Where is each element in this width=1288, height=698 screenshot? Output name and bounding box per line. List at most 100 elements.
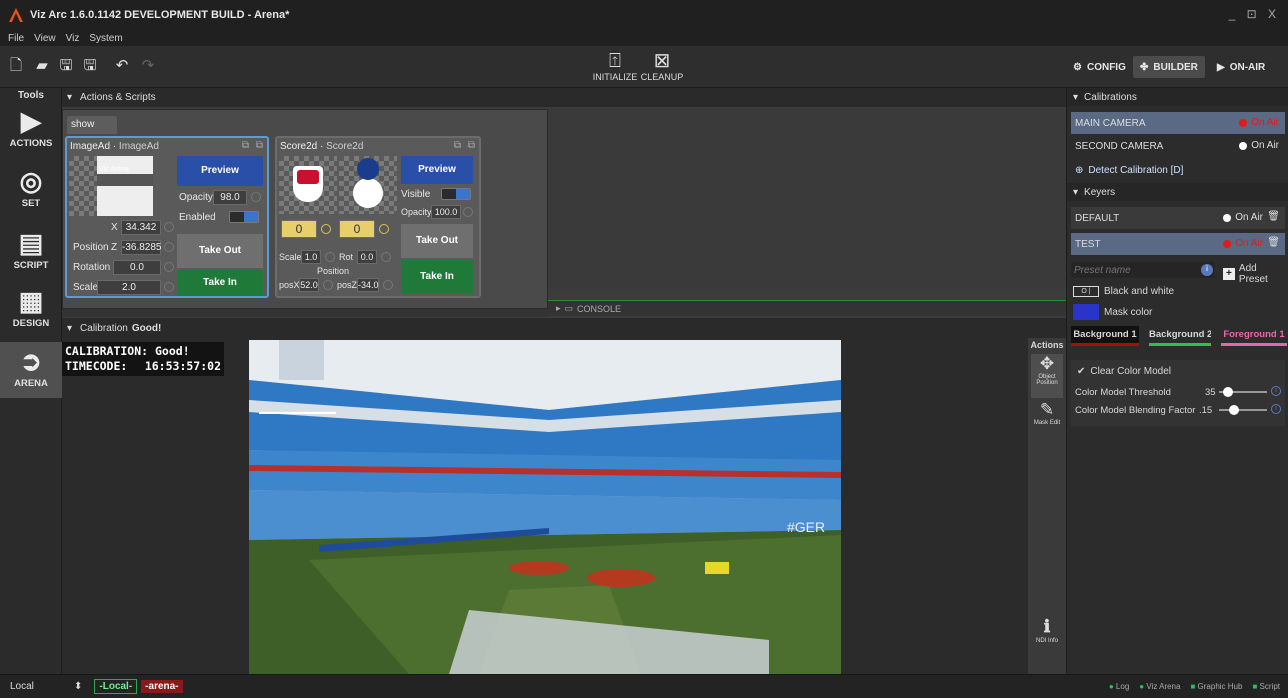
info-icon[interactable]: i bbox=[1201, 264, 1213, 276]
take-out-button[interactable]: Take Out bbox=[177, 234, 263, 268]
take-in-button[interactable]: Take In bbox=[401, 260, 473, 294]
sidebar-item-design[interactable]: ▦ DESIGN bbox=[0, 284, 62, 336]
actions-hscrollbar[interactable] bbox=[62, 309, 548, 317]
plus-icon: + bbox=[1223, 268, 1235, 280]
rot-spinner[interactable] bbox=[381, 252, 391, 262]
preview-button[interactable]: Preview bbox=[177, 156, 263, 186]
rotation-field[interactable]: 0.0 bbox=[113, 260, 161, 275]
cleanup-button[interactable]: ⊠ CLEANUP bbox=[637, 50, 687, 82]
posx-field[interactable]: 52.0 bbox=[299, 278, 319, 292]
new-file-icon[interactable]: 🗋 bbox=[8, 58, 24, 74]
script-status[interactable]: ■ Script bbox=[1252, 682, 1280, 691]
scale-field[interactable]: 1.0 bbox=[301, 250, 321, 264]
opacity-field[interactable]: 100.0 bbox=[431, 205, 461, 219]
stadium-video-feed[interactable]: ▬▬▬▬▬▬▬▬▬▬▬ #GER bbox=[249, 340, 841, 674]
enabled-toggle[interactable] bbox=[229, 211, 259, 223]
copy-icon[interactable]: ⧉ bbox=[242, 140, 249, 151]
score2d-action[interactable]: Score2d · Score2d ⧉ ⧉ Preview Visible Op… bbox=[275, 136, 481, 298]
camera-row-main[interactable]: MAIN CAMERA On Air bbox=[1071, 112, 1285, 134]
ndi-info-button[interactable]: ℹ NDI Info bbox=[1031, 616, 1063, 656]
score-b-field[interactable]: 0 bbox=[339, 220, 375, 238]
threshold-slider[interactable] bbox=[1219, 387, 1267, 397]
take-in-button[interactable]: Take In bbox=[177, 270, 263, 296]
imagead-action[interactable]: ImageAd · ImageAd ⧉ ⧉ Viz Arena Preview … bbox=[65, 136, 269, 298]
take-out-button[interactable]: Take Out bbox=[401, 224, 473, 258]
posz-spinner[interactable] bbox=[383, 280, 393, 290]
viz-arena-status[interactable]: ● Viz Arena bbox=[1139, 682, 1180, 691]
keyer-row-test[interactable]: TEST On Air 🗑 bbox=[1071, 233, 1285, 255]
initialize-button[interactable]: ⍐ INITIALIZE bbox=[590, 50, 640, 82]
opacity-spinner[interactable] bbox=[251, 192, 261, 202]
z-spinner[interactable] bbox=[164, 242, 174, 252]
popout-icon[interactable]: ⧉ bbox=[256, 140, 263, 151]
timecode-label: TIMECODE: bbox=[65, 359, 128, 373]
clear-color-model-button[interactable]: ✔ Clear Color Model bbox=[1077, 366, 1171, 377]
popout-icon[interactable]: ⧉ bbox=[468, 140, 475, 151]
menu-viz[interactable]: Viz bbox=[66, 33, 80, 44]
console-bar[interactable]: ▸ ▭ CONSOLE bbox=[548, 300, 1066, 316]
mask-edit-button[interactable]: ✎ Mask Edit bbox=[1031, 400, 1063, 444]
black-white-toggle[interactable]: O | Black and white bbox=[1073, 286, 1174, 297]
menu-system[interactable]: System bbox=[89, 33, 122, 44]
config-mode-button[interactable]: ⚙ CONFIG bbox=[1066, 56, 1133, 78]
preset-name-input[interactable] bbox=[1071, 262, 1215, 278]
window-controls[interactable]: _ ⊡ X bbox=[1229, 7, 1280, 21]
calibrations-header[interactable]: ▾ Calibrations bbox=[1067, 88, 1288, 106]
open-folder-icon[interactable]: ▰ bbox=[34, 58, 50, 74]
local-engine-pill[interactable]: -Local- bbox=[94, 679, 138, 694]
x-field[interactable]: 34.342 bbox=[121, 220, 161, 235]
score-a-field[interactable]: 0 bbox=[281, 220, 317, 238]
score-b-spinner[interactable] bbox=[379, 224, 389, 234]
rot-field[interactable]: 0.0 bbox=[357, 250, 377, 264]
mask-color-swatch[interactable] bbox=[1073, 304, 1099, 320]
actions-panel-header[interactable]: ▾ Actions & Scripts bbox=[62, 88, 1066, 107]
sidebar-item-script[interactable]: ▤ SCRIPT bbox=[0, 226, 62, 278]
onair-mode-button[interactable]: ▶ ON-AIR bbox=[1210, 56, 1272, 78]
opacity-field[interactable]: 98.0 bbox=[213, 190, 247, 205]
save-icon[interactable]: 🖫 bbox=[58, 58, 74, 74]
mask-color-row[interactable]: Mask color bbox=[1073, 304, 1152, 320]
posz-field[interactable]: -34.0 bbox=[357, 278, 379, 292]
trash-icon[interactable]: 🗑 bbox=[1267, 211, 1280, 222]
profile-dropdown-icon[interactable]: ⬍ bbox=[74, 681, 82, 692]
tab-foreground-1[interactable]: Foreground 1 bbox=[1221, 326, 1287, 346]
tab-background-1[interactable]: Background 1 bbox=[1071, 326, 1139, 346]
scale-spinner[interactable] bbox=[164, 282, 174, 292]
posx-spinner[interactable] bbox=[323, 280, 333, 290]
calibration-panel-header[interactable]: ▾ Calibration Good! bbox=[62, 318, 1066, 338]
rotation-spinner[interactable] bbox=[164, 262, 174, 272]
scale-field[interactable]: 2.0 bbox=[97, 280, 161, 295]
menu-file[interactable]: File bbox=[8, 33, 24, 44]
score-a-spinner[interactable] bbox=[321, 224, 331, 234]
copy-icon[interactable]: ⧉ bbox=[454, 140, 461, 151]
undo-icon[interactable]: ↶ bbox=[114, 58, 130, 74]
save-as-icon[interactable]: 🖫 bbox=[82, 58, 98, 74]
graphic-hub-status[interactable]: ■ Graphic Hub bbox=[1190, 682, 1242, 691]
menu-view[interactable]: View bbox=[34, 33, 56, 44]
object-position-button[interactable]: ✥ Object Position bbox=[1031, 354, 1063, 398]
tab-show[interactable]: show bbox=[67, 116, 117, 134]
camera-row-second[interactable]: SECOND CAMERA On Air bbox=[1071, 135, 1285, 157]
arena-engine-pill[interactable]: -arena- bbox=[141, 680, 183, 693]
blending-slider[interactable] bbox=[1219, 405, 1267, 415]
builder-mode-button[interactable]: ✤ BUILDER bbox=[1133, 56, 1205, 78]
opacity-spinner[interactable] bbox=[463, 207, 473, 217]
x-spinner[interactable] bbox=[164, 222, 174, 232]
info-icon[interactable]: i bbox=[1271, 386, 1281, 396]
detect-calibration-button[interactable]: ⊕ Detect Calibration [D] bbox=[1071, 159, 1285, 181]
info-icon[interactable]: i bbox=[1271, 404, 1281, 414]
add-preset-button[interactable]: + Add Preset bbox=[1223, 263, 1288, 285]
sidebar-item-set[interactable]: ◎ SET bbox=[0, 164, 62, 216]
sidebar-item-arena[interactable]: ➲ ARENA bbox=[0, 342, 62, 398]
tab-background-2[interactable]: Background 2 bbox=[1149, 326, 1211, 346]
keyers-header[interactable]: ▾ Keyers bbox=[1067, 183, 1288, 201]
keyer-row-default[interactable]: DEFAULT On Air 🗑 bbox=[1071, 207, 1285, 229]
preview-button[interactable]: Preview bbox=[401, 156, 473, 184]
visible-toggle[interactable] bbox=[441, 188, 471, 200]
log-status[interactable]: ● Log bbox=[1109, 682, 1129, 691]
redo-icon[interactable]: ↷ bbox=[140, 58, 156, 74]
sidebar-item-actions[interactable]: ▶ ACTIONS bbox=[0, 104, 62, 156]
scale-spinner[interactable] bbox=[325, 252, 335, 262]
trash-icon[interactable]: 🗑 bbox=[1267, 237, 1280, 248]
z-field[interactable]: -36.8285 bbox=[121, 240, 161, 255]
